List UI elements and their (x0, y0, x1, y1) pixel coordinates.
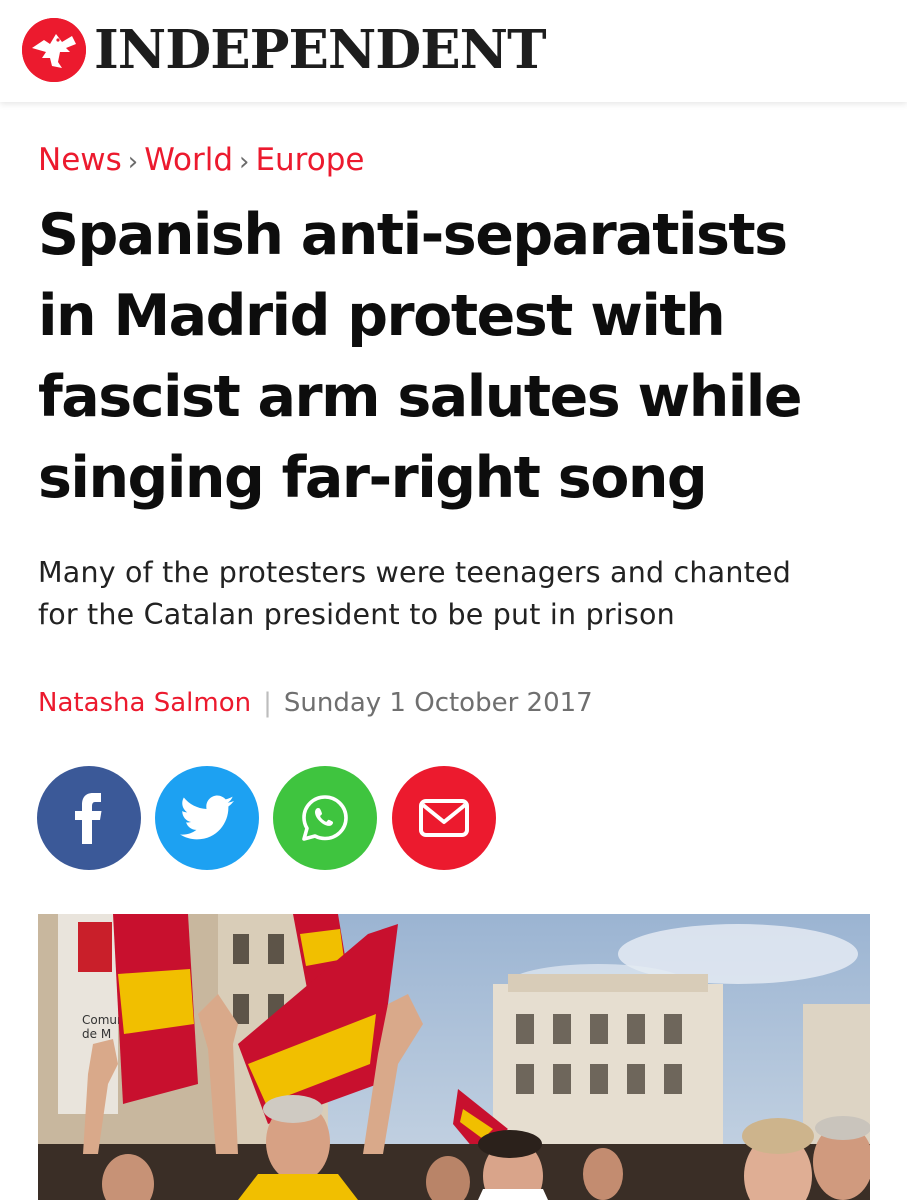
subtitle-line: for the Catalan president to be put in p… (38, 598, 675, 631)
headline-line: singing far-right song (38, 445, 708, 511)
article-photo[interactable]: Comun de M (38, 914, 870, 1200)
article-subtitle: Many of the protesters were teenagers an… (38, 552, 878, 636)
twitter-icon (180, 795, 234, 840)
headline-line: Spanish anti-separatists (38, 202, 788, 268)
breadcrumb: News › World › Europe (38, 140, 364, 180)
chevron-right-icon: › (127, 147, 139, 177)
share-email-button[interactable] (392, 766, 496, 870)
byline: Natasha Salmon | Sunday 1 October 2017 (38, 683, 593, 723)
mail-icon (419, 799, 469, 837)
byline-divider: | (263, 688, 272, 718)
sign-text: de M (82, 1027, 111, 1041)
breadcrumb-world[interactable]: World (144, 142, 233, 178)
sign-text: Comun (82, 1013, 125, 1027)
breadcrumb-news[interactable]: News (38, 142, 122, 178)
share-facebook-button[interactable] (37, 766, 141, 870)
site-logo[interactable]: INDEPENDENT (94, 18, 547, 82)
publish-date: Sunday 1 October 2017 (283, 688, 593, 718)
subtitle-line: Many of the protesters were teenagers an… (38, 556, 791, 589)
headline-line: in Madrid protest with (38, 283, 726, 349)
headline-line: fascist arm salutes while (38, 364, 803, 430)
author-link[interactable]: Natasha Salmon (38, 688, 251, 718)
whatsapp-icon (302, 795, 348, 841)
eagle-icon[interactable] (22, 18, 86, 82)
article-headline: Spanish anti-separatists in Madrid prote… (38, 195, 878, 519)
chevron-right-icon: › (239, 147, 250, 177)
site-header: INDEPENDENT (0, 0, 907, 102)
share-whatsapp-button[interactable] (273, 766, 377, 870)
share-twitter-button[interactable] (155, 766, 259, 870)
facebook-icon (75, 793, 102, 844)
breadcrumb-europe[interactable]: Europe (255, 142, 364, 178)
